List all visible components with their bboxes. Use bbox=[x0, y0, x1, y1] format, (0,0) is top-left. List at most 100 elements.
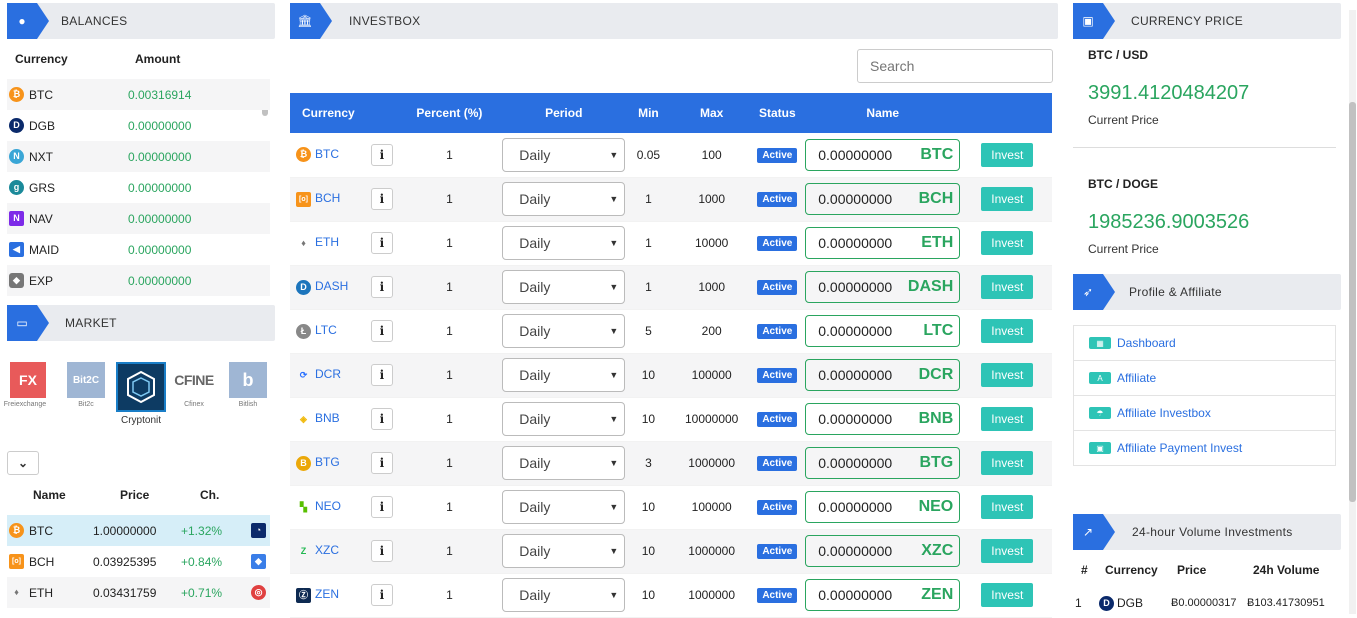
invest-button[interactable]: Invest bbox=[981, 187, 1034, 211]
amount-input[interactable]: 0.00000000 DCR bbox=[805, 359, 961, 391]
volume-row[interactable]: 1 D DGB Ƀ0.00000317 Ƀ103.41730951 bbox=[1075, 592, 1338, 614]
period-select[interactable]: Daily ▼ bbox=[502, 137, 626, 172]
period-select[interactable]: Daily ▼ bbox=[502, 534, 626, 568]
invest-currency[interactable]: B BTG bbox=[290, 441, 368, 486]
info-button[interactable]: i bbox=[370, 232, 393, 254]
period-select[interactable]: Daily ▼ bbox=[502, 490, 626, 524]
period-select[interactable]: Daily ▼ bbox=[502, 446, 626, 480]
invest-currency[interactable]: Ⓩ ZEN bbox=[290, 573, 368, 618]
info-button[interactable]: i bbox=[370, 276, 393, 298]
invest-currency[interactable]: ⟳ DCR bbox=[290, 353, 368, 398]
status-badge: Active bbox=[757, 324, 798, 339]
caret-down-icon: ▼ bbox=[609, 238, 619, 248]
period-select[interactable]: Daily ▼ bbox=[502, 578, 626, 612]
invest-button[interactable]: Invest bbox=[981, 319, 1034, 343]
invest-currency[interactable]: Ł LTC bbox=[290, 309, 368, 354]
profile-links: ▦ Dashboard A Affiliate ☂ Affiliate Investb… bbox=[1073, 325, 1336, 466]
invest-max: 1000000 bbox=[671, 529, 752, 574]
invest-min: 3 bbox=[625, 441, 672, 486]
invest-max: 1000 bbox=[671, 177, 752, 222]
amount-input[interactable]: 0.00000000 BNB bbox=[805, 403, 961, 435]
invest-max: 10000 bbox=[671, 221, 752, 266]
market-row[interactable]: ₿ BTC 1.00000000 +1.32% ◔ bbox=[7, 515, 270, 546]
invest-percent: 1 bbox=[396, 309, 503, 354]
info-button[interactable]: i bbox=[370, 452, 393, 474]
link-dashboard[interactable]: ▦ Dashboard bbox=[1074, 326, 1335, 361]
info-button[interactable]: i bbox=[370, 408, 393, 430]
invest-min: 1 bbox=[625, 177, 672, 222]
info-button[interactable]: i bbox=[370, 584, 393, 606]
invest-button[interactable]: Invest bbox=[981, 451, 1034, 475]
profile-title: Profile & Affiliate bbox=[1129, 285, 1222, 299]
amount-input[interactable]: 0.00000000 BTC bbox=[805, 138, 961, 171]
market-row[interactable]: ♦ ETH 0.03431759 +0.71% ◎ bbox=[7, 577, 270, 608]
invest-currency[interactable]: ₿ BTC bbox=[290, 133, 368, 178]
amount-input[interactable]: 0.00000000 ZEN bbox=[805, 579, 961, 611]
period-select[interactable]: Daily ▼ bbox=[502, 226, 626, 260]
period-select[interactable]: Daily ▼ bbox=[502, 314, 626, 348]
invest-button[interactable]: Invest bbox=[981, 407, 1034, 431]
btg-icon: B bbox=[296, 455, 311, 471]
market-row[interactable]: [o] BCH 0.03925395 +0.84% ◆ bbox=[7, 546, 270, 577]
caret-down-icon: ▼ bbox=[609, 458, 619, 468]
status-badge: Active bbox=[757, 280, 798, 295]
invest-currency[interactable]: D DASH bbox=[290, 265, 368, 310]
invest-min: 10 bbox=[625, 485, 672, 530]
info-button[interactable]: i bbox=[370, 188, 393, 210]
period-select[interactable]: Daily ▼ bbox=[502, 402, 626, 436]
period-select[interactable]: Daily ▼ bbox=[502, 270, 626, 304]
page-scrollbar-thumb[interactable] bbox=[1349, 102, 1356, 502]
invest-currency[interactable]: ▚ NEO bbox=[290, 485, 368, 530]
invest-button[interactable]: Invest bbox=[981, 275, 1034, 299]
invest-currency[interactable]: ♦ ETH bbox=[290, 221, 368, 266]
invest-row: Ł LTC i 1 Daily ▼ 5 200 Active 0.00000000 LTC Inves… bbox=[290, 309, 1052, 354]
info-button[interactable]: i bbox=[370, 540, 393, 562]
invest-button[interactable]: Invest bbox=[981, 583, 1034, 607]
info-button[interactable]: i bbox=[370, 143, 393, 166]
info-button[interactable]: i bbox=[370, 496, 393, 518]
period-select[interactable]: Daily ▼ bbox=[502, 182, 626, 216]
amount-input[interactable]: 0.00000000 BCH bbox=[805, 183, 961, 215]
pair-price: 3991.4120484207 bbox=[1088, 82, 1250, 104]
invest-button[interactable]: Invest bbox=[981, 142, 1034, 167]
period-select[interactable]: Daily ▼ bbox=[502, 358, 626, 392]
market-header: ▭ MARKET bbox=[7, 305, 275, 341]
amount-input[interactable]: 0.00000000 BTG bbox=[805, 447, 961, 479]
info-button[interactable]: i bbox=[370, 364, 393, 386]
invest-row: ₿ BTC i 1 Daily ▼ 0.05 100 Active 0.00000000 BTC In… bbox=[290, 133, 1052, 178]
rocket-icon: ➶ bbox=[1082, 285, 1094, 299]
invest-currency[interactable]: [o] BCH bbox=[290, 177, 368, 222]
amount-input[interactable]: 0.00000000 ETH bbox=[805, 227, 961, 259]
amount-input[interactable]: 0.00000000 NEO bbox=[805, 491, 961, 523]
exchange-cryptonit[interactable]: Cryptonit bbox=[115, 362, 167, 428]
pair-label: Current Price bbox=[1088, 242, 1159, 256]
pair-label: Current Price bbox=[1088, 113, 1159, 127]
invest-button[interactable]: Invest bbox=[981, 495, 1034, 519]
dash-icon: D bbox=[296, 279, 311, 295]
exchange-bit2c[interactable]: Bit2C Bit2c bbox=[65, 362, 107, 410]
invest-button[interactable]: Invest bbox=[981, 231, 1034, 255]
link-affiliate-payment-invest[interactable]: ▣ Affiliate Payment Invest bbox=[1074, 431, 1335, 466]
col-max: Max bbox=[671, 93, 752, 133]
invest-min: 1 bbox=[625, 221, 672, 266]
invest-button[interactable]: Invest bbox=[981, 363, 1034, 387]
link-affiliate-investbox[interactable]: ☂ Affiliate Investbox bbox=[1074, 396, 1335, 431]
amount-input[interactable]: 0.00000000 LTC bbox=[805, 315, 961, 347]
info-button[interactable]: i bbox=[370, 320, 393, 342]
exchange-cfinex[interactable]: CFINE Cfinex bbox=[172, 362, 216, 410]
search-input[interactable] bbox=[857, 49, 1053, 83]
caret-down-icon: ▼ bbox=[609, 282, 619, 292]
caret-down-icon: ▼ bbox=[609, 194, 619, 204]
invest-button[interactable]: Invest bbox=[981, 539, 1034, 563]
exchange-freiexchange[interactable]: FX Freiexchange bbox=[4, 362, 49, 410]
chevron-down-icon[interactable]: ⌄ bbox=[7, 451, 39, 475]
invest-percent: 1 bbox=[396, 441, 503, 486]
invest-currency[interactable]: Z XZC bbox=[290, 529, 368, 574]
amount-input[interactable]: 0.00000000 XZC bbox=[805, 535, 961, 567]
page-scrollbar-track[interactable] bbox=[1349, 10, 1356, 614]
link-affiliate[interactable]: A Affiliate bbox=[1074, 361, 1335, 396]
vol-col-volume: 24h Volume bbox=[1253, 563, 1320, 577]
invest-currency[interactable]: ◈ BNB bbox=[290, 397, 368, 442]
amount-input[interactable]: 0.00000000 DASH bbox=[805, 271, 961, 303]
exchange-bitlish[interactable]: b Bitlish bbox=[228, 362, 268, 410]
